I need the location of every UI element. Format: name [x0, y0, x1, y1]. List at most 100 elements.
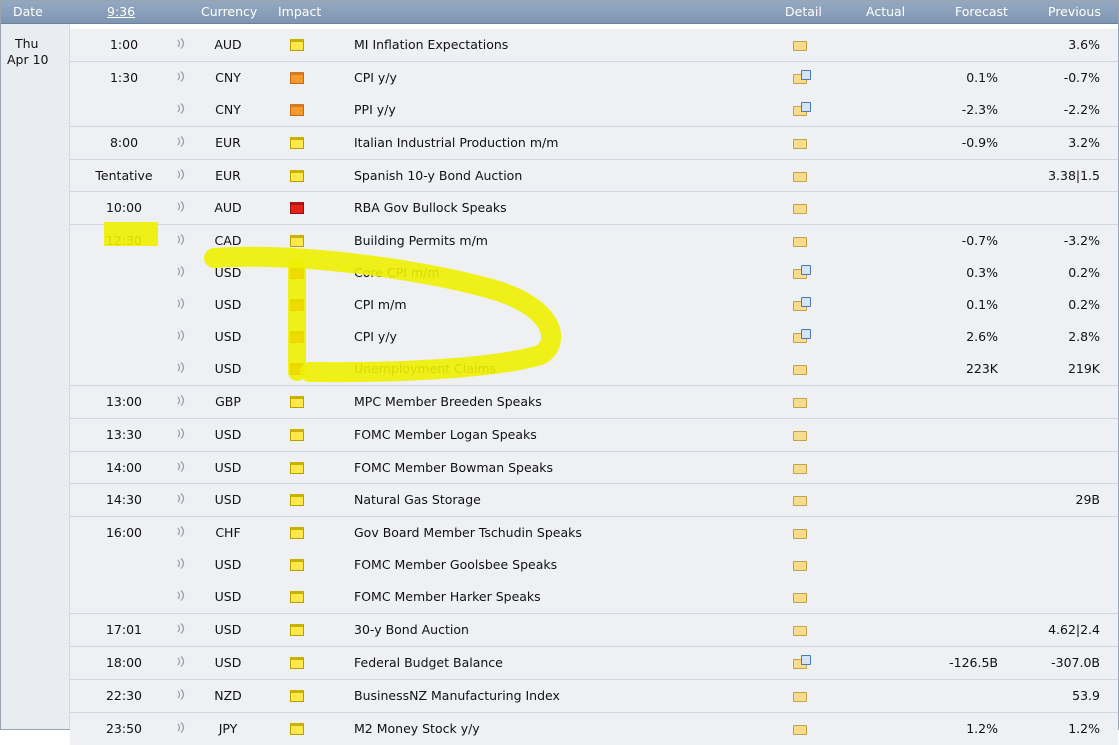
sound-icon[interactable] [176, 233, 188, 246]
sound-icon[interactable] [176, 427, 188, 440]
table-row[interactable]: USD CPI y/y 2.6% 2.8% [70, 321, 1118, 353]
sound-icon[interactable] [176, 168, 188, 181]
table-row[interactable]: USD FOMC Member Goolsbee Speaks [70, 549, 1118, 582]
detail-folder-icon[interactable] [793, 237, 807, 248]
sound-icon[interactable] [176, 297, 188, 310]
table-row[interactable]: USD FOMC Member Harker Speaks [70, 581, 1118, 614]
detail-folder-icon[interactable] [793, 138, 807, 149]
sound-icon[interactable] [176, 655, 188, 668]
sound-icon[interactable] [176, 622, 188, 635]
detail-folder-graph-icon[interactable] [793, 654, 811, 669]
table-row[interactable]: Tentative EUR Spanish 10-y Bond Auction 3.3… [70, 158, 1118, 192]
event-title[interactable]: 30-y Bond Auction [354, 622, 469, 637]
sound-icon[interactable] [176, 70, 188, 83]
detail-folder-graph-icon[interactable] [793, 101, 811, 116]
sound-icon[interactable] [176, 525, 188, 538]
detail-folder-icon[interactable] [793, 691, 807, 702]
event-title[interactable]: FOMC Member Logan Speaks [354, 427, 537, 442]
detail-folder-icon[interactable] [793, 529, 807, 540]
sound-icon[interactable] [176, 102, 188, 115]
table-row[interactable]: 1:30 CNY CPI y/y 0.1% -0.7% [70, 60, 1118, 94]
event-title[interactable]: M2 Money Stock y/y [354, 721, 480, 736]
table-row[interactable]: USD Core CPI m/m 0.3% 0.2% [70, 257, 1118, 290]
impact-yellow-icon[interactable] [290, 136, 304, 149]
impact-red-icon[interactable] [290, 299, 304, 312]
sound-icon[interactable] [176, 329, 188, 342]
detail-folder-icon[interactable] [793, 463, 807, 474]
impact-yellow-icon[interactable] [290, 494, 304, 507]
impact-yellow-icon[interactable] [290, 591, 304, 604]
table-row[interactable]: 17:01 USD 30-y Bond Auction 4.62|2.4 [70, 613, 1118, 646]
impact-red-icon[interactable] [290, 362, 304, 375]
detail-folder-icon[interactable] [793, 561, 807, 572]
event-title[interactable]: MPC Member Breeden Speaks [354, 394, 542, 409]
sound-icon[interactable] [176, 200, 188, 213]
sound-icon[interactable] [176, 688, 188, 701]
impact-yellow-icon[interactable] [290, 235, 304, 248]
event-title[interactable]: CPI y/y [354, 329, 397, 344]
event-title[interactable]: PPI y/y [354, 102, 396, 117]
sound-icon[interactable] [176, 721, 188, 734]
impact-yellow-icon[interactable] [290, 169, 304, 182]
event-title[interactable]: Building Permits m/m [354, 233, 488, 248]
detail-folder-graph-icon[interactable] [793, 265, 811, 280]
table-row[interactable]: 14:00 USD FOMC Member Bowman Speaks [70, 450, 1118, 484]
event-title[interactable]: CPI m/m [354, 297, 407, 312]
impact-yellow-icon[interactable] [290, 428, 304, 441]
impact-red-icon[interactable] [290, 267, 304, 280]
table-row[interactable]: 16:00 CHF Gov Board Member Tschudin Speaks [70, 516, 1118, 550]
table-row[interactable]: USD CPI m/m 0.1% 0.2% [70, 289, 1118, 322]
event-title[interactable]: Gov Board Member Tschudin Speaks [354, 525, 582, 540]
impact-red-icon[interactable] [290, 331, 304, 344]
sound-icon[interactable] [176, 265, 188, 278]
event-title[interactable]: Unemployment Claims [354, 361, 496, 376]
detail-folder-icon[interactable] [793, 397, 807, 408]
impact-red-icon[interactable] [290, 202, 304, 215]
detail-folder-icon[interactable] [793, 626, 807, 637]
event-title[interactable]: Core CPI m/m [354, 265, 439, 280]
event-title[interactable]: FOMC Member Goolsbee Speaks [354, 557, 557, 572]
table-row[interactable]: 12:30 CAD Building Permits m/m -0.7% -3.2% [70, 224, 1118, 258]
impact-yellow-icon[interactable] [290, 624, 304, 637]
detail-folder-icon[interactable] [793, 364, 807, 375]
sound-icon[interactable] [176, 37, 188, 50]
impact-yellow-icon[interactable] [290, 722, 304, 735]
sound-icon[interactable] [176, 557, 188, 570]
impact-yellow-icon[interactable] [290, 559, 304, 572]
event-title[interactable]: FOMC Member Harker Speaks [354, 589, 541, 604]
sound-icon[interactable] [176, 589, 188, 602]
event-title[interactable]: Natural Gas Storage [354, 492, 481, 507]
table-row[interactable]: 14:30 USD Natural Gas Storage 29B [70, 483, 1118, 517]
sound-icon[interactable] [176, 135, 188, 148]
sound-icon[interactable] [176, 361, 188, 374]
detail-folder-graph-icon[interactable] [793, 297, 811, 312]
event-title[interactable]: Federal Budget Balance [354, 655, 503, 670]
event-title[interactable]: FOMC Member Bowman Speaks [354, 460, 553, 475]
impact-orange-icon[interactable] [290, 103, 304, 116]
detail-folder-icon[interactable] [793, 41, 807, 51]
sound-icon[interactable] [176, 460, 188, 473]
table-row[interactable]: 13:30 USD FOMC Member Logan Speaks [70, 417, 1118, 451]
detail-folder-graph-icon[interactable] [793, 329, 811, 344]
table-row[interactable]: 8:00 EUR Italian Industrial Production m/m… [70, 125, 1118, 159]
detail-folder-icon[interactable] [793, 204, 807, 215]
impact-yellow-icon[interactable] [290, 395, 304, 408]
detail-folder-icon[interactable] [793, 593, 807, 604]
impact-yellow-icon[interactable] [290, 461, 304, 474]
sound-icon[interactable] [176, 492, 188, 505]
table-row[interactable]: USD Unemployment Claims 223K 219K [70, 352, 1118, 385]
header-time-link[interactable]: 9:36 [107, 4, 135, 19]
table-row[interactable]: 22:30 NZD BusinessNZ Manufacturing Index 53… [70, 678, 1118, 712]
event-title[interactable]: RBA Gov Bullock Speaks [354, 200, 507, 215]
impact-yellow-icon[interactable] [290, 527, 304, 540]
table-row[interactable]: CNY PPI y/y -2.3% -2.2% [70, 93, 1118, 126]
detail-folder-icon[interactable] [793, 430, 807, 441]
event-title[interactable]: BusinessNZ Manufacturing Index [354, 688, 560, 703]
impact-yellow-icon[interactable] [290, 656, 304, 669]
event-title[interactable]: MI Inflation Expectations [354, 37, 508, 52]
event-title[interactable]: Italian Industrial Production m/m [354, 135, 558, 150]
table-row[interactable]: 18:00 USD Federal Budget Balance -126.5B -30… [70, 645, 1118, 679]
detail-folder-icon[interactable] [793, 496, 807, 507]
impact-yellow-icon[interactable] [290, 689, 304, 702]
table-row[interactable]: 10:00 AUD RBA Gov Bullock Speaks [70, 191, 1118, 225]
